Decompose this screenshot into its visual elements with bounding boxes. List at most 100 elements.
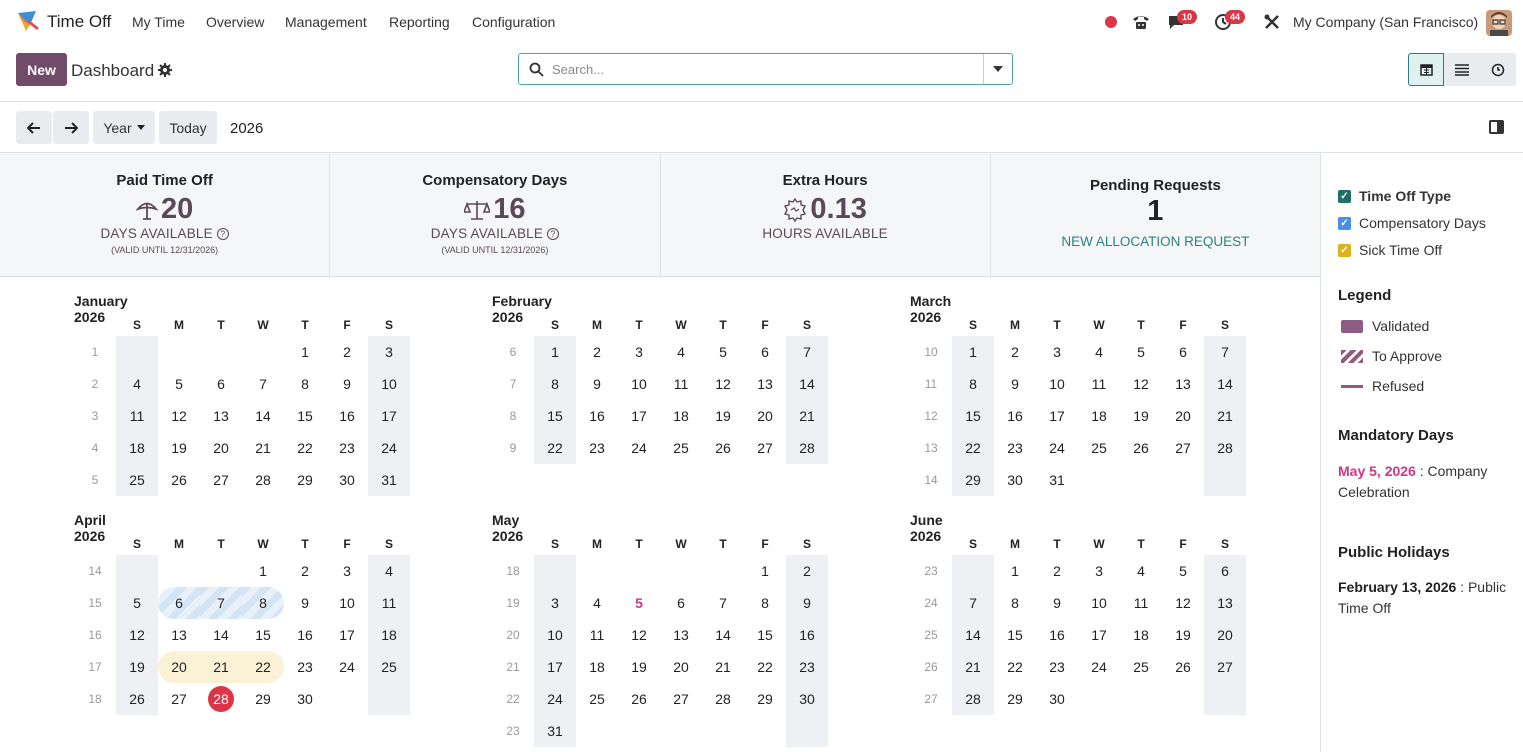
calendar-day[interactable]: 18 [116, 432, 158, 464]
calendar-day[interactable]: 5 [1162, 555, 1204, 587]
calendar-day[interactable]: 20 [200, 432, 242, 464]
status-dot-icon[interactable] [1104, 10, 1118, 34]
calendar-day[interactable]: 23 [994, 432, 1036, 464]
calendar-day[interactable]: 3 [368, 336, 410, 368]
calendar-day[interactable]: 2 [576, 336, 618, 368]
calendar-day[interactable]: 27 [200, 464, 242, 496]
activity-view-button[interactable] [1480, 53, 1516, 86]
calendar-day[interactable]: 22 [242, 651, 284, 683]
menu-reporting[interactable]: Reporting [389, 14, 450, 30]
calendar-day[interactable]: 27 [1204, 651, 1246, 683]
calendar-day[interactable]: 6 [744, 336, 786, 368]
calendar-day[interactable]: 16 [284, 619, 326, 651]
calendar-day[interactable]: 4 [576, 587, 618, 619]
calendar-day[interactable]: 15 [242, 619, 284, 651]
search-options-toggle[interactable] [983, 54, 1012, 84]
calendar-day[interactable]: 18 [1120, 619, 1162, 651]
calendar-day[interactable]: 26 [158, 464, 200, 496]
mandatory-day-date[interactable]: May 5, 2026 [1338, 463, 1416, 479]
calendar-day[interactable]: 23 [284, 651, 326, 683]
calendar-day[interactable]: 28 [242, 464, 284, 496]
calendar-day[interactable]: 1 [284, 336, 326, 368]
app-logo-icon[interactable] [16, 9, 40, 33]
calendar-day[interactable]: 7 [952, 587, 994, 619]
calendar-day[interactable]: 3 [534, 587, 576, 619]
calendar-day[interactable]: 29 [744, 683, 786, 715]
calendar-day[interactable]: 15 [534, 400, 576, 432]
search-bar[interactable]: Search... [518, 53, 1013, 85]
calendar-day[interactable]: 19 [1162, 619, 1204, 651]
calendar-day[interactable]: 13 [660, 619, 702, 651]
calendar-day[interactable]: 9 [326, 368, 368, 400]
app-name[interactable]: Time Off [47, 12, 111, 32]
calendar-day[interactable]: 31 [368, 464, 410, 496]
calendar-day[interactable]: 11 [1078, 368, 1120, 400]
calendar-day[interactable]: 11 [576, 619, 618, 651]
calendar-day[interactable]: 13 [1162, 368, 1204, 400]
filter-time-off-type[interactable]: ✓ Time Off Type [1338, 188, 1451, 204]
calendar-day[interactable]: 20 [1204, 619, 1246, 651]
calendar-day[interactable]: 7 [786, 336, 828, 368]
calendar-day[interactable]: 16 [576, 400, 618, 432]
calendar-day[interactable]: 11 [116, 400, 158, 432]
calendar-day[interactable]: 12 [618, 619, 660, 651]
calendar-day[interactable]: 8 [994, 587, 1036, 619]
calendar-day[interactable]: 6 [1162, 336, 1204, 368]
calendar-day[interactable]: 29 [242, 683, 284, 715]
calendar-day[interactable]: 11 [1120, 587, 1162, 619]
calendar-day[interactable]: 5 [1120, 336, 1162, 368]
calendar-day[interactable]: 7 [200, 587, 242, 619]
calendar-day[interactable]: 14 [952, 619, 994, 651]
menu-overview[interactable]: Overview [206, 14, 264, 30]
calendar-day[interactable]: 15 [952, 400, 994, 432]
calendar-day[interactable]: 7 [1204, 336, 1246, 368]
calendar-day[interactable]: 6 [158, 587, 200, 619]
search-input[interactable]: Search... [552, 62, 604, 77]
previous-button[interactable] [16, 111, 52, 144]
calendar-day[interactable]: 15 [744, 619, 786, 651]
calendar-day[interactable]: 11 [368, 587, 410, 619]
calendar-day[interactable]: 9 [786, 587, 828, 619]
phone-icon[interactable] [1130, 10, 1152, 34]
calendar-day[interactable]: 17 [618, 400, 660, 432]
calendar-day[interactable]: 14 [786, 368, 828, 400]
calendar-day[interactable]: 3 [1036, 336, 1078, 368]
calendar-day[interactable]: 16 [994, 400, 1036, 432]
calendar-day[interactable]: 4 [1078, 336, 1120, 368]
calendar-day[interactable]: 18 [660, 400, 702, 432]
calendar-day[interactable]: 21 [1204, 400, 1246, 432]
calendar-day[interactable]: 3 [326, 555, 368, 587]
calendar-day[interactable]: 26 [1120, 432, 1162, 464]
calendar-day[interactable]: 21 [786, 400, 828, 432]
calendar-day[interactable]: 25 [1078, 432, 1120, 464]
next-button[interactable] [53, 111, 89, 144]
calendar-day[interactable]: 24 [1078, 651, 1120, 683]
calendar-day[interactable]: 22 [534, 432, 576, 464]
calendar-day[interactable]: 23 [576, 432, 618, 464]
calendar-day[interactable]: 15 [284, 400, 326, 432]
calendar-day[interactable]: 8 [534, 368, 576, 400]
calendar-day[interactable]: 18 [576, 651, 618, 683]
calendar-day[interactable]: 5 [618, 587, 660, 619]
help-icon[interactable]: ? [547, 228, 560, 240]
calendar-day[interactable]: 28 [786, 432, 828, 464]
calendar-day[interactable]: 5 [702, 336, 744, 368]
calendar-day[interactable]: 23 [1036, 651, 1078, 683]
calendar-day[interactable]: 14 [242, 400, 284, 432]
checkbox-icon[interactable]: ✓ [1338, 243, 1351, 257]
calendar-day[interactable]: 22 [284, 432, 326, 464]
calendar-day[interactable]: 21 [702, 651, 744, 683]
calendar-day[interactable]: 28 [1204, 432, 1246, 464]
tools-icon[interactable] [1261, 10, 1283, 34]
calendar-day[interactable]: 1 [744, 555, 786, 587]
menu-management[interactable]: Management [285, 14, 367, 30]
calendar-day[interactable]: 17 [368, 400, 410, 432]
calendar-day[interactable]: 21 [200, 651, 242, 683]
calendar-day[interactable]: 29 [952, 464, 994, 496]
calendar-day[interactable]: 8 [952, 368, 994, 400]
calendar-day[interactable]: 23 [786, 651, 828, 683]
help-icon[interactable]: ? [216, 228, 229, 240]
calendar-day[interactable]: 19 [116, 651, 158, 683]
calendar-day[interactable]: 27 [158, 683, 200, 715]
list-view-button[interactable] [1444, 53, 1480, 86]
